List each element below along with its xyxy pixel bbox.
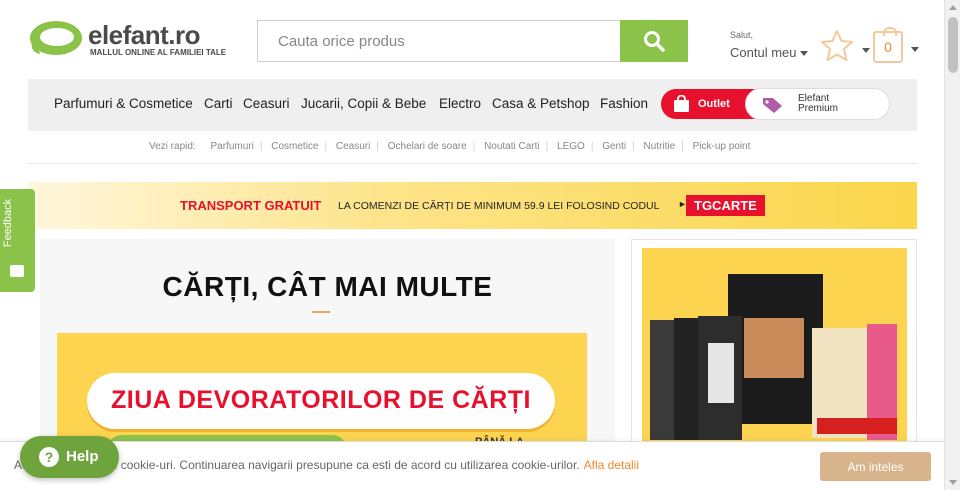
promo-code: TGCARTE [686,195,765,216]
cart-button[interactable]: 0 [873,27,919,63]
promo-banner[interactable]: TRANSPORT GRATUIT LA COMENZI DE CĂRȚI DE… [28,182,917,229]
cookie-details-link[interactable]: Afla detalii [584,458,639,472]
wishlist-button[interactable] [818,28,870,69]
quick-link-genti[interactable]: Genti [602,141,626,152]
banner-text: ZIUA DEVORATORILOR DE CĂRȚI [111,386,531,414]
scroll-up-icon[interactable] [949,5,957,10]
scroll-down-icon[interactable] [949,480,957,485]
scrollbar[interactable] [944,0,960,490]
promo-headline: TRANSPORT GRATUIT [180,198,322,213]
quick-link-noutati-carti[interactable]: Noutati Carti [484,141,540,152]
logo-tagline: MALLUL ONLINE AL FAMILIEI TALE [90,48,227,57]
cart-count: 0 [884,39,892,55]
nav-item-casa[interactable]: Casa & Petshop [492,96,590,111]
quick-link-cosmetice[interactable]: Cosmetice [271,141,318,152]
account-label: Contul meu [730,45,797,60]
quick-links: Vezi rapid: Parfumuri | Cosmetice | Ceasur… [149,141,751,152]
nav-item-parfumuri[interactable]: Parfumuri & Cosmetice [54,96,193,111]
divider [28,163,917,164]
star-icon [821,30,853,61]
site-logo[interactable]: elefant.ro MALLUL ONLINE AL FAMILIEI TAL… [28,18,238,60]
help-label: Help [66,448,99,465]
nav-item-electro[interactable]: Electro [439,96,481,111]
main-nav: Parfumuri & Cosmetice Carti Ceasuri Juca… [28,79,917,131]
nav-item-ceasuri[interactable]: Ceasuri [243,96,290,111]
tag-icon [763,98,782,113]
premium-button[interactable]: Elefant Premium [745,88,890,120]
search-button[interactable] [620,20,688,62]
title-underline [312,311,330,313]
question-icon: ? [39,447,59,467]
quick-link-nutritie[interactable]: Nutritie [644,141,676,152]
quick-link-ceasuri[interactable]: Ceasuri [336,141,370,152]
logo-text: elefant.ro [88,20,201,50]
nav-item-fashion[interactable]: Fashion [600,96,648,111]
chat-icon [10,265,24,277]
chevron-down-icon [800,51,809,57]
chevron-down-icon [862,48,870,53]
nav-item-carti[interactable]: Carti [204,96,233,111]
shopping-bag-icon: 0 [873,27,903,63]
section-title: CĂRȚI, CÂT MAI MULTE [162,271,493,302]
account-menu[interactable]: Salut, Contul meu [730,30,809,60]
quick-link-ochelari[interactable]: Ochelari de soare [388,141,467,152]
help-button[interactable]: ? Help [20,436,119,478]
search-icon [644,31,665,52]
books-image [642,248,907,448]
quick-links-label: Vezi rapid: [149,141,196,152]
cookie-accept-button[interactable]: Am inteles [820,452,931,481]
cookie-bar: Acest site foloseste cookie-uri. Continu… [0,441,944,490]
shopping-bag-icon [674,95,689,112]
quick-link-parfumuri[interactable]: Parfumuri [210,141,253,152]
scrollbar-thumb[interactable] [948,17,958,73]
chevron-down-icon [911,47,919,52]
premium-label-2: Premium [798,103,839,114]
elephant-logo-icon [30,21,82,55]
quick-link-lego[interactable]: LEGO [557,141,585,152]
outlet-label: Outlet [698,98,730,110]
quick-link-pickup[interactable]: Pick-up point [693,141,751,152]
feedback-label: Feedback [2,198,15,248]
search-input[interactable] [257,20,621,62]
promo-text: LA COMENZI DE CĂRȚI DE MINIMUM 59.9 LEI … [338,200,660,212]
nav-item-jucarii[interactable]: Jucarii, Copii & Bebe [301,96,426,111]
feedback-tab[interactable]: Feedback [0,189,35,292]
banner-pill: ZIUA DEVORATORILOR DE CĂRȚI [87,373,555,429]
search-bar [257,20,688,62]
account-greeting: Salut, [730,30,754,40]
